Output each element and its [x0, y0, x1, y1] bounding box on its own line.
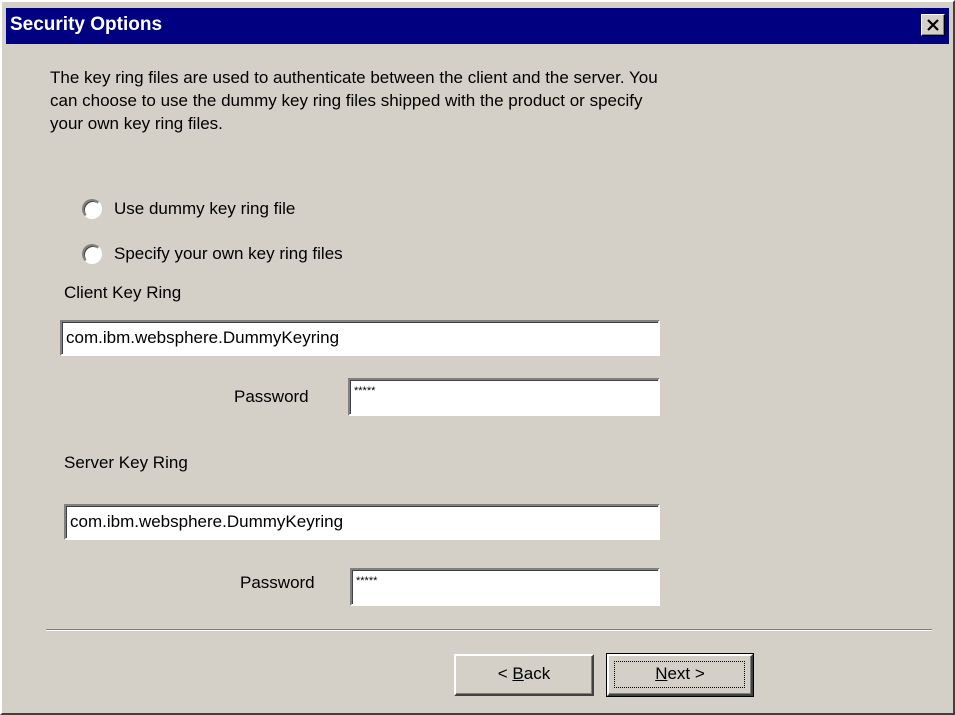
server-key-ring-input[interactable]: com.ibm.websphere.DummyKeyring [64, 504, 660, 540]
client-key-ring-label: Client Key Ring [64, 283, 182, 302]
specify-own-keyring-label[interactable]: Specify your own key ring files [114, 244, 343, 264]
use-dummy-keyring-radio[interactable]: Use dummy key ring file [82, 197, 295, 221]
radio-button-icon[interactable] [82, 244, 102, 264]
radio-button-icon[interactable] [82, 199, 102, 219]
close-icon [927, 19, 939, 31]
window-title: Security Options [10, 14, 163, 35]
client-key-ring-input[interactable]: com.ibm.websphere.DummyKeyring [60, 320, 660, 356]
client-password-input[interactable]: ***** [348, 378, 660, 416]
focus-rectangle [614, 661, 745, 688]
separator-line [46, 629, 932, 631]
server-key-ring-label: Server Key Ring [64, 453, 188, 472]
server-password-label: Password [240, 573, 315, 592]
description-line: your own key ring files. [50, 114, 223, 133]
description-line: The key ring files are used to authentic… [50, 68, 658, 87]
close-button[interactable] [921, 14, 945, 36]
back-rest: ack [523, 664, 551, 683]
next-button[interactable]: Next > [606, 653, 754, 697]
use-dummy-keyring-label[interactable]: Use dummy key ring file [114, 199, 295, 219]
back-button[interactable]: < Back [454, 654, 594, 696]
back-prefix: < [497, 664, 513, 683]
security-options-dialog: Security Options The key ring files are … [0, 0, 955, 715]
client-password-label: Password [234, 387, 309, 406]
description-line: can choose to use the dummy key ring fil… [50, 91, 643, 110]
specify-own-keyring-radio[interactable]: Specify your own key ring files [82, 242, 343, 266]
title-bar[interactable]: Security Options [6, 8, 949, 44]
back-mnemonic: B [512, 664, 524, 683]
server-password-input[interactable]: ***** [350, 568, 660, 606]
description-text: The key ring files are used to authentic… [50, 66, 850, 135]
